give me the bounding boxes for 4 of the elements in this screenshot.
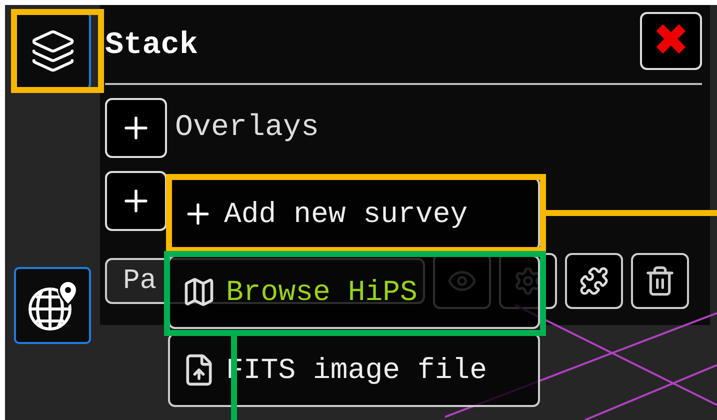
- section-label: Overlays: [175, 111, 320, 145]
- close-button[interactable]: ✖: [640, 12, 702, 70]
- panel-title: Stack: [105, 28, 198, 62]
- menu-item[interactable]: Browse HiPS: [168, 255, 540, 329]
